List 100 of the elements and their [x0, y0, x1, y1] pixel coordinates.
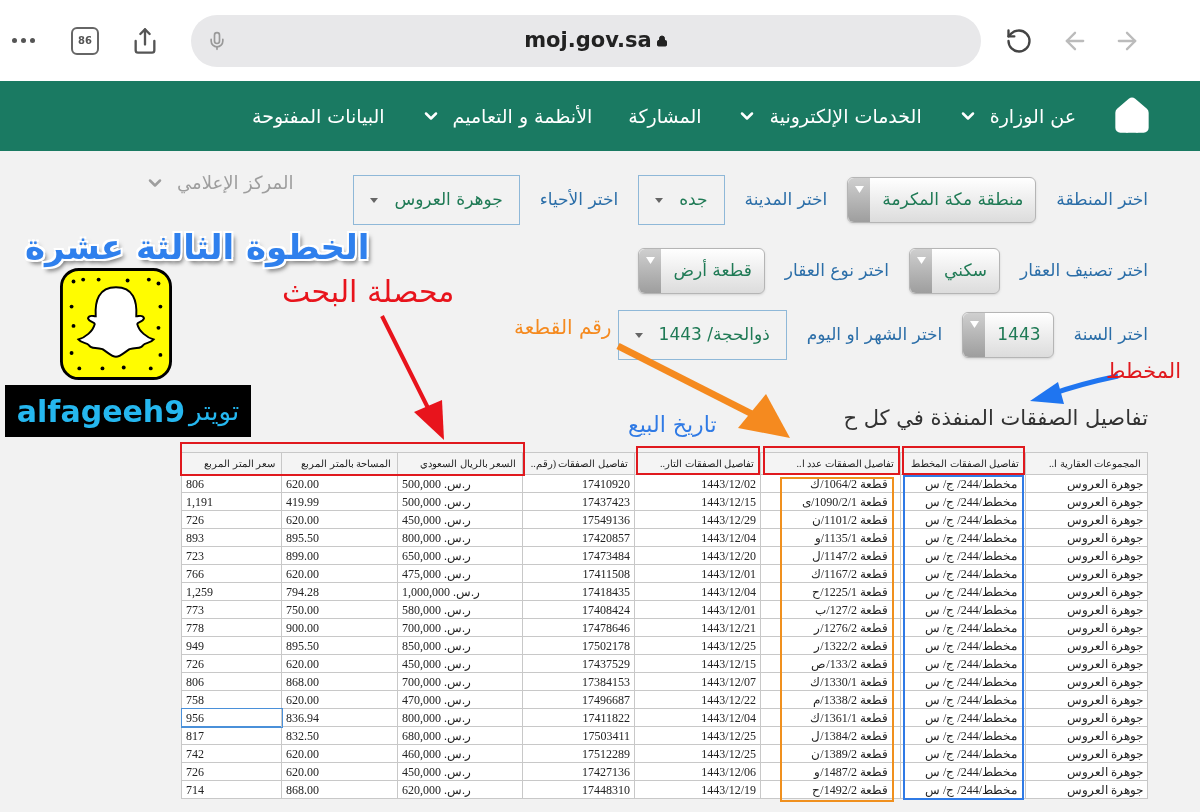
table-cell: ر.س. 460,000 [397, 744, 523, 763]
table-cell: 1443/12/06 [634, 762, 761, 781]
table-cell: 900.00 [281, 618, 398, 637]
table-cell: جوهرة العروس [1025, 672, 1148, 691]
tab-count-button[interactable]: 86 [71, 26, 99, 55]
table-cell: 1,191 [181, 492, 282, 511]
home-icon[interactable] [1112, 96, 1152, 136]
table-cell: 620.00 [281, 690, 398, 709]
ghost-logo-icon [60, 268, 172, 380]
caret-icon [634, 332, 643, 338]
table-cell: مخطط/244/ ج/ س [900, 654, 1026, 673]
table-cell: جوهرة العروس [1025, 636, 1148, 655]
table-cell: قطعة 1322/2/ر [760, 636, 901, 655]
nav-menu-item[interactable]: المشاركة [628, 101, 702, 131]
table-cell: جوهرة العروس [1025, 582, 1148, 601]
annotation-label: تاريخ البيع [628, 411, 717, 439]
table-cell: 1443/12/21 [634, 618, 761, 637]
table-cell: جوهرة العروس [1025, 708, 1148, 727]
table-cell: جوهرة العروس [1025, 726, 1148, 745]
table-cell: قطعة 1361/1/ك [760, 708, 901, 727]
table-cell: 419.99 [281, 492, 398, 511]
table-cell: جوهرة العروس [1025, 780, 1148, 799]
caret-icon [854, 186, 864, 193]
table-cell: جوهرة العروس [1025, 510, 1148, 529]
nav-menu-item[interactable]: البيانات المفتوحة [252, 101, 385, 131]
table-cell: جوهرة العروس [1025, 492, 1148, 511]
table-cell: 1443/12/22 [634, 690, 761, 709]
table-cell: 714 [181, 780, 282, 799]
table-cell: ر.س. 680,000 [397, 726, 523, 745]
dropdown-select[interactable]: منطقة مكة المكرمة [847, 177, 1037, 223]
table-cell: مخطط/244/ ج/ س [900, 474, 1026, 493]
filter-label: اختر نوع العقار [784, 259, 890, 283]
table-cell: قطعة 1147/2/ل [760, 546, 901, 565]
table-cell: مخطط/244/ ج/ س [900, 708, 1026, 727]
caret-icon [916, 257, 926, 264]
table-cell: 620.00 [281, 510, 398, 529]
address-bar[interactable]: moj.gov.sa [191, 14, 981, 67]
nav-menu-item[interactable]: الأنظمة و التعاميم [420, 101, 593, 131]
table-cell: قطعة 1338/2/م [760, 690, 901, 709]
table-cell: مخطط/244/ ج/ س [900, 780, 1026, 799]
nav-menu-item[interactable]: الخدمات الإلكترونية [737, 101, 922, 131]
table-cell: قطعة 133/2/ص [760, 654, 901, 673]
table-cell: 806 [181, 474, 282, 493]
table-cell: 1443/12/25 [634, 636, 761, 655]
table-cell: 817 [181, 726, 282, 745]
table-cell: مخطط/244/ ج/ س [900, 636, 1026, 655]
table-cell: 742 [181, 744, 282, 763]
table-cell: 17549136 [522, 510, 635, 529]
table-cell: 620.00 [281, 762, 398, 781]
table-cell: 949 [181, 636, 282, 655]
table-cell: 1443/12/01 [634, 564, 761, 583]
table-cell: قطعة 1090/2/1/ى [760, 492, 901, 511]
reload-icon[interactable] [1005, 26, 1033, 55]
lock-icon [655, 34, 668, 47]
dropdown-select[interactable]: ذوالحجة/ 1443 [617, 310, 787, 360]
table-cell: مخطط/244/ ج/ س [900, 528, 1026, 547]
url-text: moj.gov.sa [524, 26, 652, 54]
table-cell: 17420857 [522, 528, 635, 547]
table-cell: 778 [181, 618, 282, 637]
table-cell: 1443/12/04 [634, 528, 761, 547]
filter-label: اختر المدينة [744, 188, 828, 212]
table-cell: ر.س. 1,000,000 [397, 582, 523, 601]
table-cell: ر.س. 580,000 [397, 600, 523, 619]
table-cell: ر.س. 500,000 [397, 492, 523, 511]
table-cell: 620.00 [281, 654, 398, 673]
table-cell: مخطط/244/ ج/ س [900, 618, 1026, 637]
dropdown-select[interactable]: قطعة أرض [638, 248, 765, 294]
table-cell: 726 [181, 762, 282, 781]
handle-text: alfageeh9 [16, 392, 186, 431]
table-cell: قطعة 1135/1/و [760, 528, 901, 547]
table-cell: 1443/12/04 [634, 582, 761, 601]
table-cell: ر.س. 800,000 [397, 528, 523, 547]
nav-menu-item[interactable]: عن الوزارة [957, 101, 1076, 131]
table-cell: 893 [181, 528, 282, 547]
table-cell: 17408424 [522, 600, 635, 619]
table-cell: ر.س. 450,000 [397, 762, 523, 781]
table-cell: مخطط/244/ ج/ س [900, 564, 1026, 583]
table-cell: 17473484 [522, 546, 635, 565]
table-cell: قطعة 1225/1/ح [760, 582, 901, 601]
dropdown-select[interactable]: سكني [909, 248, 1000, 294]
table-cell: 17512289 [522, 744, 635, 763]
table-cell: مخطط/244/ ج/ س [900, 726, 1026, 745]
table-cell: 17384153 [522, 672, 635, 691]
filter-label: اختر المنطقة [1056, 188, 1148, 212]
table-cell: مخطط/244/ ج/ س [900, 690, 1026, 709]
dropdown-select[interactable]: جده [638, 175, 725, 225]
dropdown-select[interactable]: جوهرة العروس [353, 175, 520, 225]
table-cell: 773 [181, 600, 282, 619]
table-cell: جوهرة العروس [1025, 564, 1148, 583]
table-cell: قطعة 127/2/ب [760, 600, 901, 619]
section-heading: تفاصيل الصفقات المنفذة في كل ح [843, 405, 1148, 432]
caret-icon [646, 257, 655, 264]
table-cell: 1443/12/04 [634, 708, 761, 727]
table-cell: ر.س. 450,000 [397, 654, 523, 673]
table-cell: مخطط/244/ ج/ س [900, 510, 1026, 529]
table-cell: 1443/12/15 [634, 654, 761, 673]
dropdown-select[interactable]: 1443 [962, 312, 1054, 358]
table-cell: قطعة 1492/2/ح [760, 780, 901, 799]
caret-icon [655, 197, 664, 203]
table-cell: جوهرة العروس [1025, 546, 1148, 565]
